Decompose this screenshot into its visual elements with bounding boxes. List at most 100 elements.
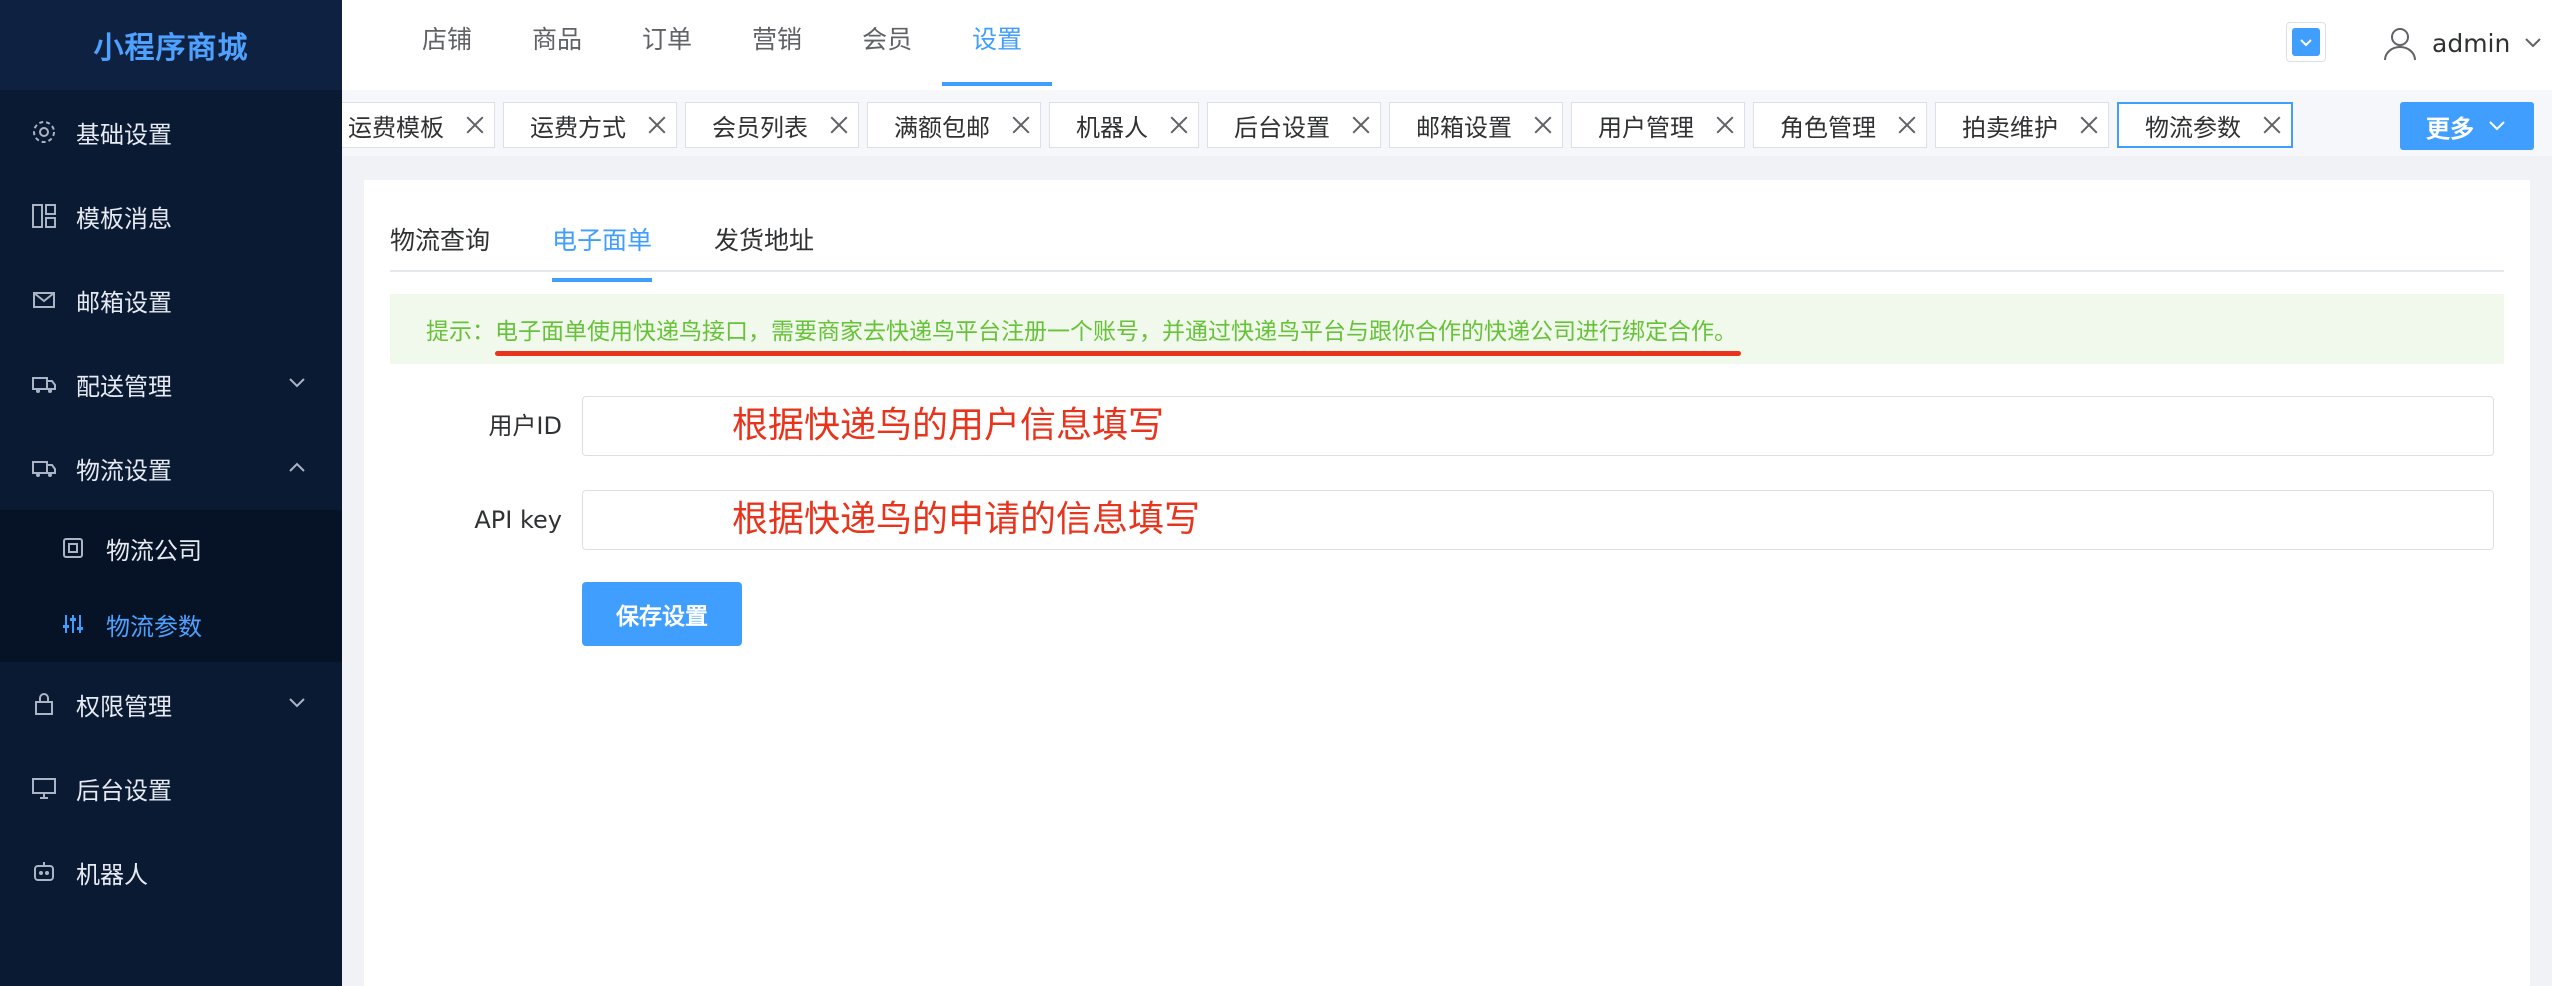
top-header: 店铺 商品 订单 营销 会员 设置 admin <box>342 0 2552 90</box>
truck-icon <box>30 454 58 482</box>
sliders-icon <box>60 611 86 637</box>
sidebar-item-label: 物流设置 <box>76 456 172 485</box>
tag-label: 后台设置 <box>1234 113 1330 142</box>
close-icon[interactable] <box>1012 116 1030 134</box>
sidebar-item-delivery-management[interactable]: 配送管理 <box>0 342 342 426</box>
nav-orders[interactable]: 订单 <box>612 0 722 90</box>
close-icon[interactable] <box>2263 116 2281 134</box>
tag-member-list[interactable]: 会员列表 <box>685 102 859 148</box>
logistics-submenu: 物流公司 物流参数 <box>0 510 342 662</box>
nav-store[interactable]: 店铺 <box>392 0 502 90</box>
lock-icon <box>30 690 58 718</box>
user-id-annotation: 根据快递鸟的用户信息填写 <box>732 405 1165 446</box>
tag-label: 运费模板 <box>348 113 444 142</box>
sidebar-item-logistics-params[interactable]: 物流参数 <box>0 586 342 662</box>
tag-label: 角色管理 <box>1780 113 1876 142</box>
tag-label: 用户管理 <box>1598 113 1694 142</box>
tags-bar: 运费模板 运费方式 会员列表 满额包邮 机器人 后台设置 邮箱设置 用户管理 角… <box>342 90 2552 156</box>
close-icon[interactable] <box>2080 116 2098 134</box>
sidebar-item-label: 基础设置 <box>76 120 172 149</box>
tab-logistics-query[interactable]: 物流查询 <box>390 220 490 270</box>
close-icon[interactable] <box>1534 116 1552 134</box>
tag-label: 运费方式 <box>530 113 626 142</box>
tab-electronic-waybill[interactable]: 电子面单 <box>552 220 653 282</box>
gear-icon <box>30 118 58 146</box>
sidebar-item-label: 物流公司 <box>106 536 202 565</box>
close-icon[interactable] <box>648 116 666 134</box>
nav-marketing[interactable]: 营销 <box>722 0 832 90</box>
tip-alert: 提示： 电子面单使用快递鸟接口，需要商家去快递鸟平台注册一个账号，并通过快递鸟平… <box>390 294 2504 364</box>
nav-members[interactable]: 会员 <box>832 0 942 90</box>
sidebar-item-label: 机器人 <box>76 860 148 889</box>
chevron-down-icon <box>286 692 308 720</box>
header-dropdown-button[interactable] <box>2286 22 2326 62</box>
tag-shipping-method[interactable]: 运费方式 <box>503 102 677 148</box>
api-key-label: API key <box>474 506 562 534</box>
sidebar-item-backend-settings[interactable]: 后台设置 <box>0 746 342 830</box>
tip-text: 电子面单使用快递鸟接口，需要商家去快递鸟平台注册一个账号，并通过快递鸟平台与跟你… <box>495 319 1737 345</box>
tag-backend-settings[interactable]: 后台设置 <box>1207 102 1381 148</box>
tag-label: 满额包邮 <box>894 113 990 142</box>
top-nav: 店铺 商品 订单 营销 会员 设置 <box>392 0 1053 90</box>
content-card: 物流查询 电子面单 发货地址 提示： 电子面单使用快递鸟接口，需要商家去快递鸟平… <box>364 180 2530 986</box>
sidebar-item-robot[interactable]: 机器人 <box>0 830 342 914</box>
nav-products[interactable]: 商品 <box>502 0 612 90</box>
sidebar-item-label: 邮箱设置 <box>76 288 172 317</box>
tip-text-wrap: 电子面单使用快递鸟接口，需要商家去快递鸟平台注册一个账号，并通过快递鸟平台与跟你… <box>495 312 1741 356</box>
close-icon[interactable] <box>466 116 484 134</box>
sidebar-item-basic-settings[interactable]: 基础设置 <box>0 90 342 174</box>
chevron-down-icon <box>2489 121 2505 131</box>
sidebar-item-label: 后台设置 <box>76 776 172 805</box>
sidebar: 小程序商城 基础设置 模板消息 邮箱设置 配送管理 物流设置 物流公司 物流参数… <box>0 0 342 986</box>
company-icon <box>60 535 86 561</box>
tag-mail-settings[interactable]: 邮箱设置 <box>1389 102 1563 148</box>
tag-robot[interactable]: 机器人 <box>1049 102 1199 148</box>
tag-label: 物流参数 <box>2145 113 2241 142</box>
robot-icon <box>30 858 58 886</box>
nav-settings[interactable]: 设置 <box>942 0 1053 90</box>
close-icon[interactable] <box>1898 116 1916 134</box>
sidebar-item-permission-management[interactable]: 权限管理 <box>0 662 342 746</box>
sidebar-item-label: 配送管理 <box>76 372 172 401</box>
chevron-down-icon <box>286 372 308 400</box>
close-icon[interactable] <box>830 116 848 134</box>
delivery-icon <box>30 370 58 398</box>
form-row-api-key: API key 根据快递鸟的申请的信息填写 <box>390 490 2504 550</box>
tag-label: 邮箱设置 <box>1416 113 1512 142</box>
annotation-underline <box>495 351 1741 356</box>
close-icon[interactable] <box>1352 116 1370 134</box>
sidebar-item-logistics-settings[interactable]: 物流设置 <box>0 426 342 510</box>
sidebar-item-mail-settings[interactable]: 邮箱设置 <box>0 258 342 342</box>
tag-free-shipping[interactable]: 满额包邮 <box>867 102 1041 148</box>
template-icon <box>30 202 58 230</box>
tags-list: 运费模板 运费方式 会员列表 满额包邮 机器人 后台设置 邮箱设置 用户管理 角… <box>342 102 2301 148</box>
close-icon[interactable] <box>1170 116 1188 134</box>
user-menu[interactable]: admin <box>2380 20 2544 66</box>
sidebar-item-template-messages[interactable]: 模板消息 <box>0 174 342 258</box>
sidebar-item-label: 模板消息 <box>76 204 172 233</box>
logistics-tabs: 物流查询 电子面单 发货地址 <box>390 220 2504 282</box>
sidebar-item-logistics-company[interactable]: 物流公司 <box>0 510 342 586</box>
chevron-down-icon <box>2525 38 2542 48</box>
tag-label: 会员列表 <box>712 113 808 142</box>
user-id-label: 用户ID <box>488 412 562 440</box>
tag-user-management[interactable]: 用户管理 <box>1571 102 1745 148</box>
tag-role-management[interactable]: 角色管理 <box>1753 102 1927 148</box>
tag-logistics-params[interactable]: 物流参数 <box>2117 102 2293 148</box>
tip-prefix: 提示： <box>426 319 495 345</box>
more-tags-button[interactable]: 更多 <box>2400 102 2534 150</box>
tag-auction-maintenance[interactable]: 拍卖维护 <box>1935 102 2109 148</box>
tag-shipping-template[interactable]: 运费模板 <box>342 102 495 148</box>
user-icon <box>2384 28 2416 61</box>
chevron-up-icon <box>286 456 308 484</box>
tab-shipping-address[interactable]: 发货地址 <box>714 220 814 270</box>
form-row-user-id: 用户ID 根据快递鸟的用户信息填写 <box>390 396 2504 456</box>
close-icon[interactable] <box>1716 116 1734 134</box>
tag-label: 机器人 <box>1076 113 1148 142</box>
sidebar-item-label: 物流参数 <box>106 612 202 641</box>
app-logo: 小程序商城 <box>0 0 342 90</box>
username: admin <box>2432 28 2511 58</box>
api-key-annotation: 根据快递鸟的申请的信息填写 <box>732 499 1201 540</box>
save-settings-button[interactable]: 保存设置 <box>582 582 742 646</box>
monitor-icon <box>30 774 58 802</box>
